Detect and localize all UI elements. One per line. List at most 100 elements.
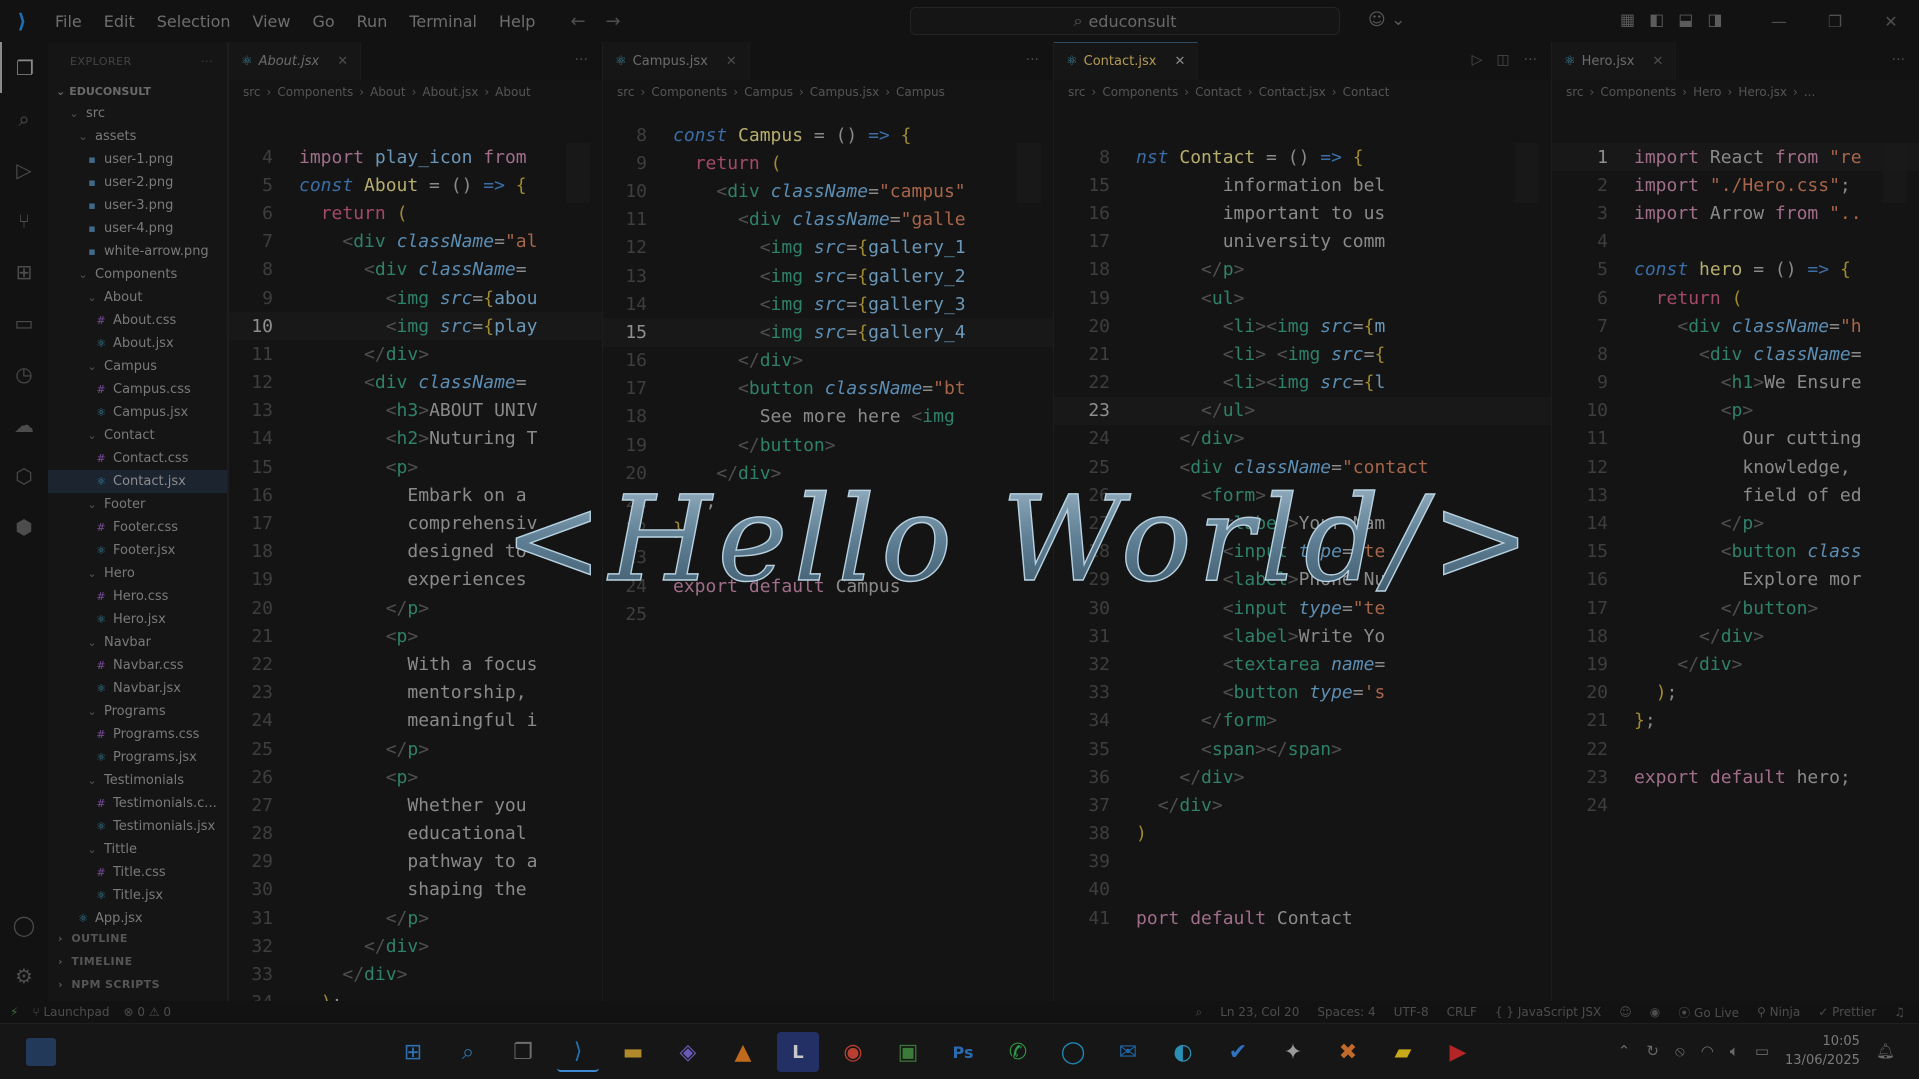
breadcrumb-item[interactable]: Components xyxy=(277,85,353,99)
whatsapp-icon[interactable]: ✆ xyxy=(997,1032,1039,1072)
run-debug-icon[interactable]: ▷ xyxy=(0,144,48,195)
breadcrumb-item[interactable]: Components xyxy=(1102,85,1178,99)
indentation[interactable]: Spaces: 4 xyxy=(1317,1005,1375,1019)
file-item[interactable]: ⚛ Hero.jsx xyxy=(48,608,227,631)
more-actions-icon[interactable]: ··· xyxy=(1892,52,1905,68)
code-editor[interactable]: 1 import React from "re 2 import "./Hero.cs… xyxy=(1552,143,1919,1001)
menu-file[interactable]: File xyxy=(44,12,93,31)
breadcrumb-item[interactable]: Contact xyxy=(1195,85,1242,99)
l-app-icon[interactable]: L xyxy=(777,1032,819,1072)
sync-icon[interactable]: ↻ xyxy=(1646,1042,1659,1060)
minimap[interactable] xyxy=(1883,143,1907,203)
split-editor-icon[interactable]: ◫ xyxy=(1496,52,1509,68)
file-item[interactable]: ⚛ Campus.jsx xyxy=(48,401,227,424)
zoom-icon[interactable]: ⌕ xyxy=(1195,1005,1202,1020)
app-icon-white[interactable]: ✦ xyxy=(1272,1032,1314,1072)
folder-item[interactable]: ⌄ Contact xyxy=(48,424,227,447)
settings-gear-icon[interactable]: ⚙ xyxy=(0,950,48,1001)
menu-run[interactable]: Run xyxy=(346,12,399,31)
editor-tab[interactable]: ⚛ About.jsx ✕ xyxy=(229,42,362,80)
code-editor[interactable]: 4 import play_icon from 5 const About = () … xyxy=(229,143,602,1001)
file-explorer-icon[interactable]: ▬ xyxy=(612,1032,654,1072)
camera-off-icon[interactable]: ⦸ xyxy=(1675,1042,1685,1060)
menu-go[interactable]: Go xyxy=(301,12,345,31)
notifications-bell-icon[interactable]: ♫ xyxy=(1894,1005,1905,1019)
close-tab-icon[interactable]: ✕ xyxy=(1174,54,1185,69)
timeline-icon[interactable]: ◷ xyxy=(0,348,48,399)
breadcrumb-item[interactable]: About.jsx xyxy=(422,85,478,99)
file-item[interactable]: ▪ user-3.png xyxy=(48,194,227,217)
line-ending[interactable]: CRLF xyxy=(1447,1005,1477,1019)
breadcrumb-item[interactable]: src xyxy=(243,85,261,99)
go-live-button[interactable]: ⦿ Go Live xyxy=(1678,1004,1739,1021)
breadcrumb-item[interactable]: Campus xyxy=(896,85,945,99)
breadcrumb-item[interactable]: ... xyxy=(1804,85,1815,99)
file-item[interactable]: # Title.css xyxy=(48,861,227,884)
more-actions-icon[interactable]: ··· xyxy=(575,52,588,68)
more-actions-icon[interactable]: ··· xyxy=(1026,52,1039,68)
more-actions-icon[interactable]: ··· xyxy=(201,55,213,68)
account-icon[interactable]: ◯ xyxy=(0,899,48,950)
youtube-icon[interactable]: ▶ xyxy=(1437,1032,1479,1072)
store-icon[interactable]: ▣ xyxy=(887,1032,929,1072)
cortana-icon[interactable]: ◯ xyxy=(1052,1032,1094,1072)
chevron-up-icon[interactable]: ⌃ xyxy=(1618,1042,1631,1060)
file-item[interactable]: ▪ user-4.png xyxy=(48,217,227,240)
file-item[interactable]: ⚛ Title.jsx xyxy=(48,884,227,907)
folder-item[interactable]: ⌄ Programs xyxy=(48,700,227,723)
source-control-icon[interactable]: ⑂ xyxy=(0,195,48,246)
file-item[interactable]: ⚛ Testimonials.jsx xyxy=(48,815,227,838)
xampp-icon[interactable]: ✖ xyxy=(1327,1032,1369,1072)
photoshop-icon[interactable]: Ps xyxy=(942,1032,984,1072)
file-item[interactable]: # Footer.css xyxy=(48,516,227,539)
menu-terminal[interactable]: Terminal xyxy=(398,12,488,31)
back-arrow-icon[interactable]: ← xyxy=(570,11,585,32)
file-item[interactable]: ⚛ Footer.jsx xyxy=(48,539,227,562)
task-view-icon[interactable]: ❐ xyxy=(502,1032,544,1072)
outline-section[interactable]: › OUTLINE xyxy=(48,927,227,950)
file-item[interactable]: ▪ user-1.png xyxy=(48,148,227,171)
prettier-button[interactable]: ✓ Prettier xyxy=(1818,1005,1876,1019)
clock[interactable]: 10:05 13/06/2025 xyxy=(1785,1032,1860,1070)
menu-view[interactable]: View xyxy=(242,12,302,31)
close-tab-icon[interactable]: ✕ xyxy=(726,54,737,69)
outlook-icon[interactable]: ✉ xyxy=(1107,1032,1149,1072)
breadcrumb-item[interactable]: Contact xyxy=(1343,85,1390,99)
breadcrumb-item[interactable]: src xyxy=(1566,85,1584,99)
folder-item[interactable]: ⌄ Footer xyxy=(48,493,227,516)
toggle-sidebar-icon[interactable]: ◧ xyxy=(1649,10,1664,29)
code-editor[interactable]: 8 nst Contact = () => {15 information bel… xyxy=(1054,143,1551,1001)
breadcrumb-item[interactable]: Campus xyxy=(744,85,793,99)
folder-item[interactable]: ⌄ Navbar xyxy=(48,631,227,654)
remote-indicator-icon[interactable]: ⚡ xyxy=(10,1005,18,1019)
launchpad-item[interactable]: ⑂ Launchpad xyxy=(32,1005,109,1019)
volume-icon[interactable]: 🔈︎ xyxy=(1730,1042,1739,1060)
edge-icon[interactable]: ◐ xyxy=(1162,1032,1204,1072)
copilot-taskbar-icon[interactable]: ◈ xyxy=(667,1032,709,1072)
file-item[interactable]: # Programs.css xyxy=(48,723,227,746)
layout-customize-icon[interactable]: ▦ xyxy=(1620,10,1635,29)
close-tab-icon[interactable]: ✕ xyxy=(337,54,348,69)
editor-tab[interactable]: ⚛ Hero.jsx ✕ xyxy=(1552,42,1677,80)
folder-item[interactable]: ⌄ Tittle xyxy=(48,838,227,861)
more-actions-icon[interactable]: ··· xyxy=(1524,52,1537,68)
copilot-icon[interactable]: ☺ ⌄ xyxy=(1368,10,1405,30)
file-item[interactable]: ⚛ Contact.jsx xyxy=(48,470,227,493)
close-icon[interactable]: ✕ xyxy=(1863,0,1919,42)
extensions-icon[interactable]: ⊞ xyxy=(0,246,48,297)
folder-item[interactable]: ⌄ Components xyxy=(48,263,227,286)
battery-icon[interactable]: ▭ xyxy=(1755,1042,1769,1060)
breadcrumb-item[interactable]: Contact.jsx xyxy=(1259,85,1326,99)
extension-status-icon[interactable]: ◉ xyxy=(1650,1005,1660,1019)
ninja-button[interactable]: ⚲ Ninja xyxy=(1757,1005,1800,1019)
code-editor[interactable]: 8 const Campus = () => {9 return (10 <div… xyxy=(603,121,1053,1001)
file-item[interactable]: # About.css xyxy=(48,309,227,332)
breadcrumb-item[interactable]: Hero xyxy=(1693,85,1721,99)
close-tab-icon[interactable]: ✕ xyxy=(1652,54,1663,69)
folder-item[interactable]: ⌄ About xyxy=(48,286,227,309)
todo-icon[interactable]: ✔ xyxy=(1217,1032,1259,1072)
run-icon[interactable]: ▷ xyxy=(1472,52,1483,68)
minimap[interactable] xyxy=(1515,143,1539,203)
minimize-icon[interactable]: — xyxy=(1751,0,1807,42)
remote-icon[interactable]: ☁ xyxy=(0,399,48,450)
